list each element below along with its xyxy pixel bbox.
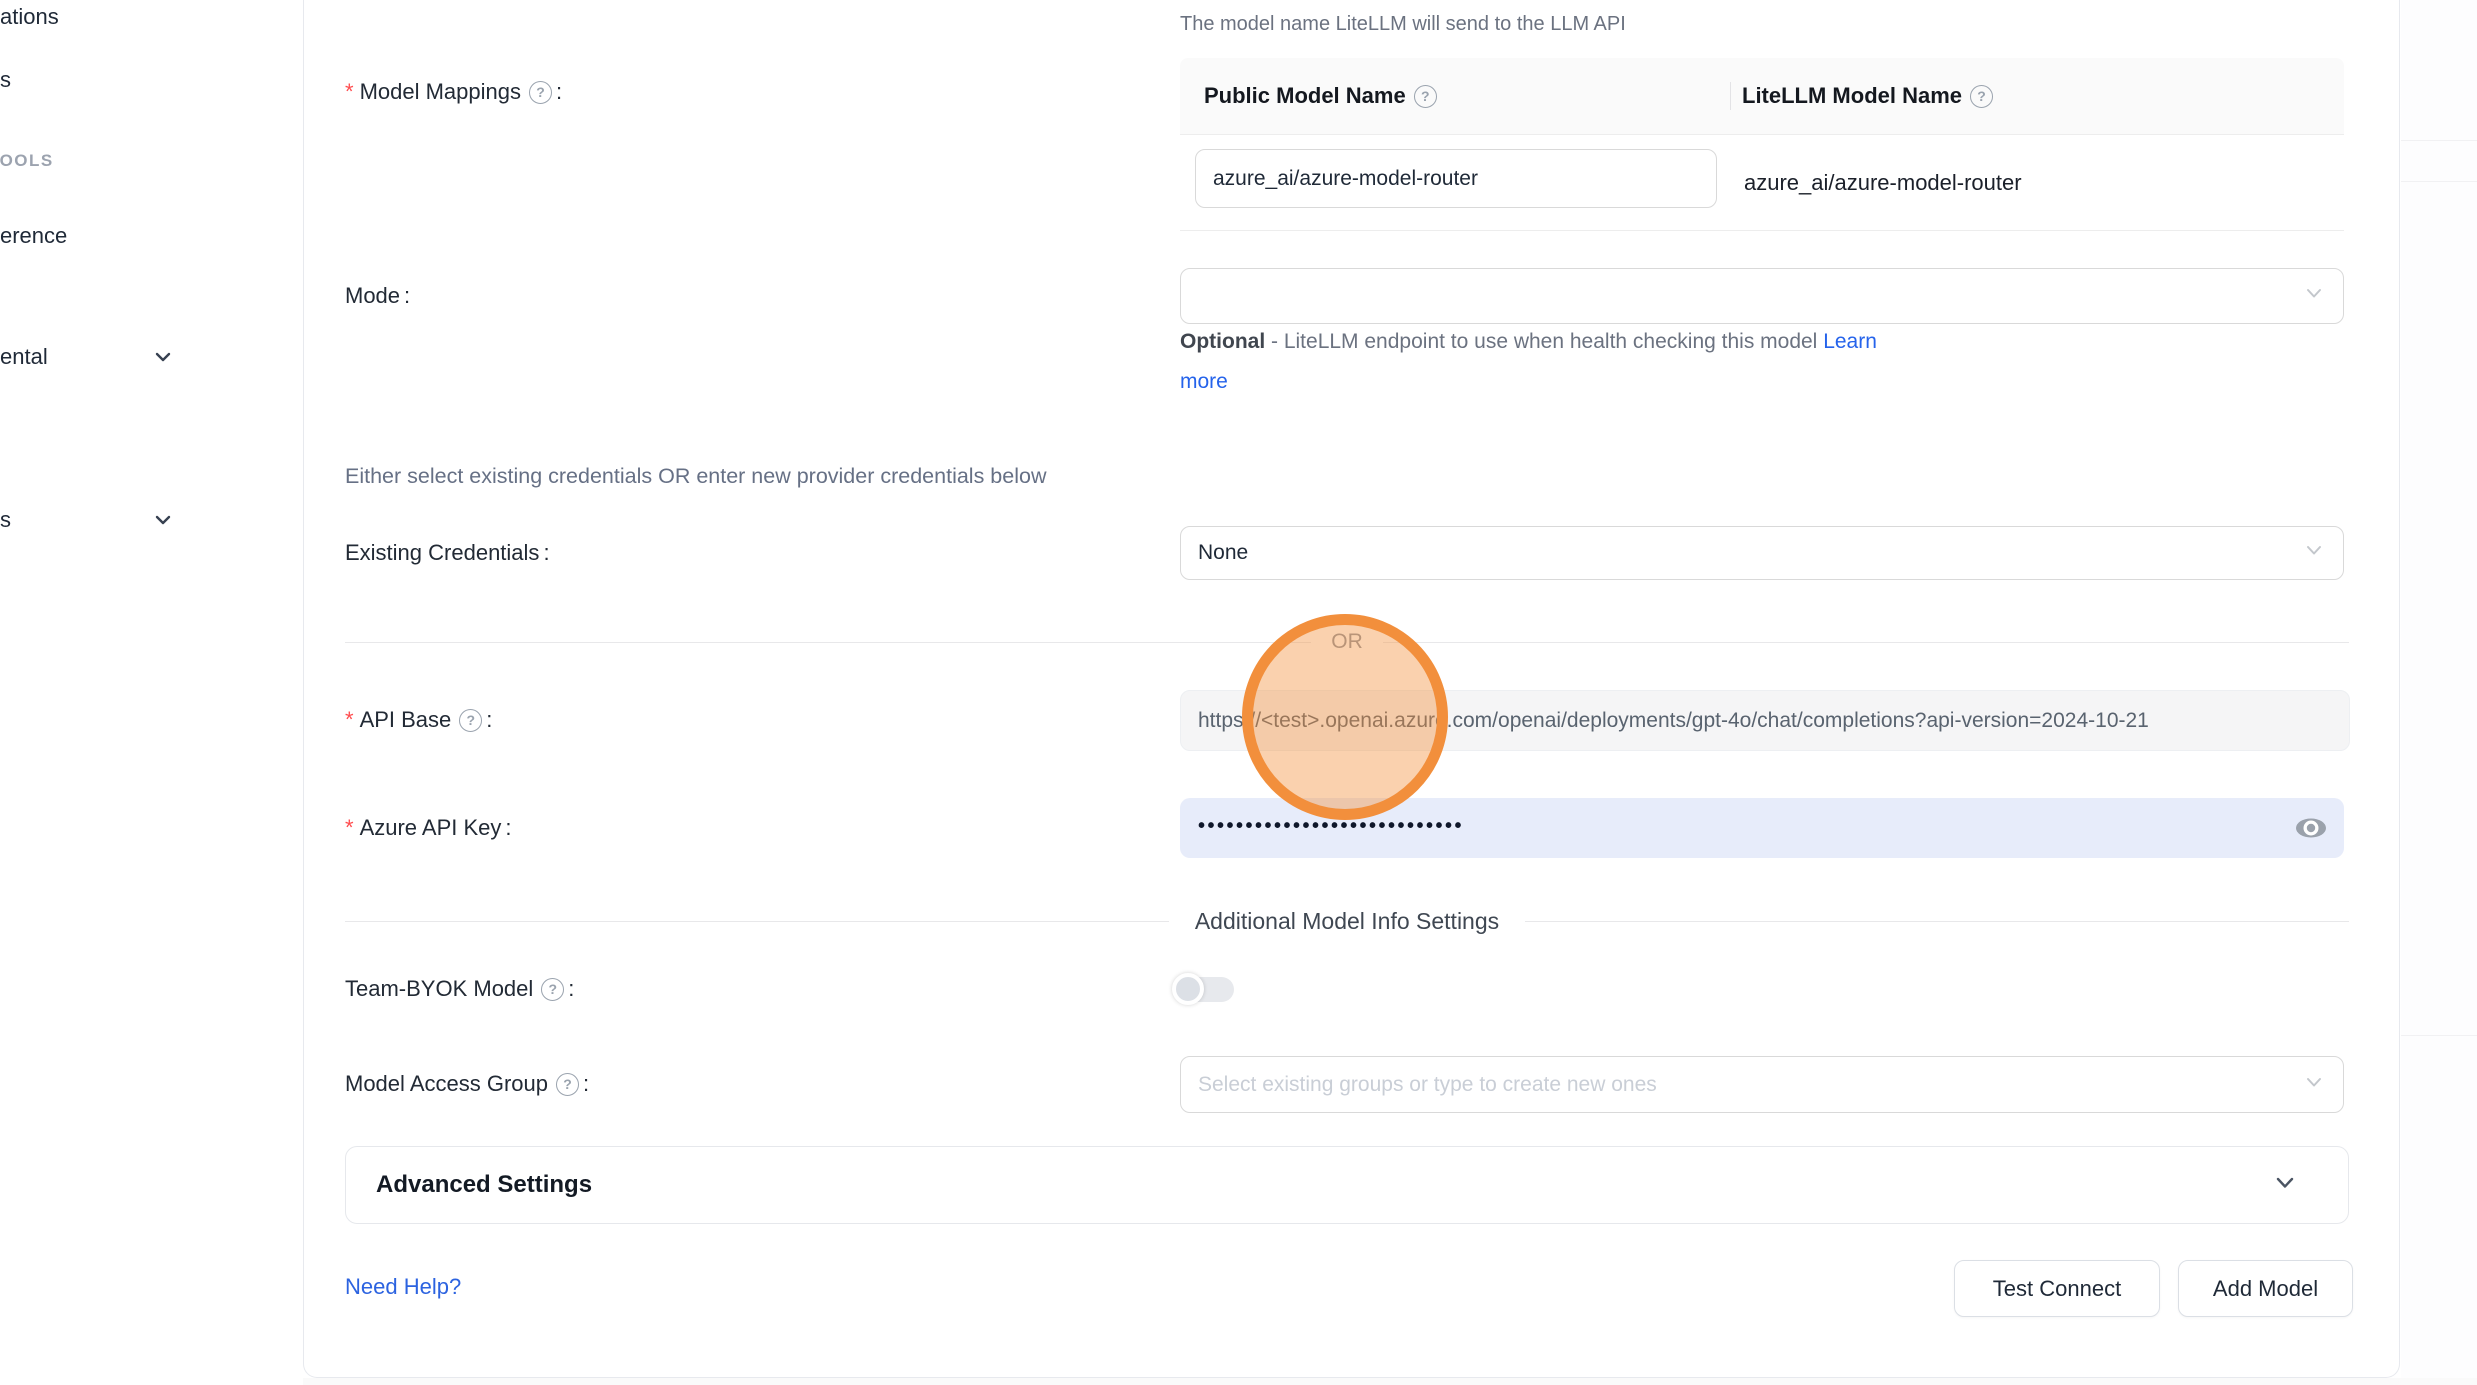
learn-more-link[interactable]: Learn [1823,330,1877,353]
add-model-button[interactable]: Add Model [2178,1260,2353,1317]
masked-api-key: •••••••••••••••••••••••••••• [1198,815,1464,838]
mode-label: Mode : [345,282,410,310]
chevron-down-icon [2303,282,2325,310]
team-byok-toggle[interactable] [1175,973,1235,1005]
chevron-down-icon[interactable] [152,509,174,531]
public-model-name-input[interactable]: azure_ai/azure-model-router [1195,149,1717,208]
api-base-label: * API Base ? : [345,706,492,734]
help-icon[interactable]: ? [1414,85,1437,108]
advanced-settings-label: Advanced Settings [376,1171,592,1199]
or-divider: OR [345,627,2349,657]
divider [2401,1035,2477,1036]
mode-helper-text: Optional - LiteLLM endpoint to use when … [1180,322,1877,402]
model-access-group-placeholder: Select existing groups or type to create… [1198,1073,1657,1097]
chevron-down-icon [2303,1071,2325,1099]
model-mappings-table: Public Model Name ? LiteLLM Model Name ?… [1180,58,2344,231]
sidebar-item-organizations[interactable]: ations [0,3,59,31]
help-icon[interactable]: ? [556,1073,579,1096]
existing-credentials-select[interactable]: None [1180,526,2344,580]
team-byok-label-text: Team-BYOK Model [345,976,533,1002]
help-icon[interactable]: ? [1970,85,1993,108]
model-access-group-label: Model Access Group ? : [345,1070,589,1098]
help-icon[interactable]: ? [529,81,552,104]
sidebar-section-tools: TOOLS [0,151,54,171]
existing-credentials-value: None [1198,541,1248,565]
team-byok-label: Team-BYOK Model ? : [345,975,574,1003]
api-base-input[interactable]: https://<test>.openai.azure.com/openai/d… [1180,690,2350,751]
divider [2401,181,2477,182]
litellm-model-name-header: LiteLLM Model Name ? [1730,83,2344,109]
credentials-note: Either select existing credentials OR en… [345,462,1046,490]
required-mark: * [345,815,354,841]
required-mark: * [345,707,354,733]
or-divider-text: OR [1311,630,1383,654]
public-model-name-header: Public Model Name ? [1180,83,1730,109]
model-mappings-table-header: Public Model Name ? LiteLLM Model Name ? [1180,58,2344,135]
chevron-down-icon[interactable] [152,346,174,368]
azure-api-key-label: * Azure API Key : [345,814,512,842]
sidebar-item-settings[interactable]: s [0,506,11,534]
column-separator [1730,82,1731,110]
mode-select[interactable] [1180,268,2344,324]
sidebar-item[interactable]: s [0,66,11,94]
model-name-helper-text: The model name LiteLLM will send to the … [1180,10,1626,38]
page-background-right [2401,0,2477,1385]
divider [2401,140,2477,141]
chevron-down-icon [2303,539,2325,567]
azure-api-key-input[interactable]: •••••••••••••••••••••••••••• [1180,798,2344,858]
help-icon[interactable]: ? [459,709,482,732]
litellm-model-name-value: azure_ai/azure-model-router [1744,135,2022,230]
sidebar: ations s TOOLS erence ental s [0,0,303,1385]
add-model-form-panel: The model name LiteLLM will send to the … [303,0,2400,1378]
advanced-settings-collapse[interactable]: Advanced Settings [345,1146,2349,1224]
learn-more-link[interactable]: more [1180,370,1228,393]
table-row: azure_ai/azure-model-router azure_ai/azu… [1180,135,2344,231]
help-icon[interactable]: ? [541,978,564,1001]
azure-api-key-label-text: Azure API Key [360,815,502,841]
sidebar-item-reference[interactable]: erence [0,222,67,250]
eye-icon[interactable] [2294,815,2328,841]
page-background-bottom [0,1378,2477,1385]
sidebar-item-experimental[interactable]: ental [0,343,48,371]
existing-credentials-label-text: Existing Credentials [345,540,539,566]
additional-settings-divider: Additional Model Info Settings [345,906,2349,936]
mode-label-text: Mode [345,283,400,309]
model-mappings-label-text: Model Mappings [360,79,521,105]
required-mark: * [345,79,354,105]
api-base-label-text: API Base [360,707,452,733]
toggle-knob [1172,973,1204,1005]
model-access-group-label-text: Model Access Group [345,1071,548,1097]
additional-settings-divider-text: Additional Model Info Settings [1195,908,1499,935]
model-access-group-select[interactable]: Select existing groups or type to create… [1180,1056,2344,1113]
chevron-down-icon [2272,1170,2298,1201]
need-help-link[interactable]: Need Help? [345,1273,461,1301]
existing-credentials-label: Existing Credentials : [345,539,550,567]
model-mappings-label: * Model Mappings ? : [345,78,562,106]
test-connect-button[interactable]: Test Connect [1954,1260,2160,1317]
